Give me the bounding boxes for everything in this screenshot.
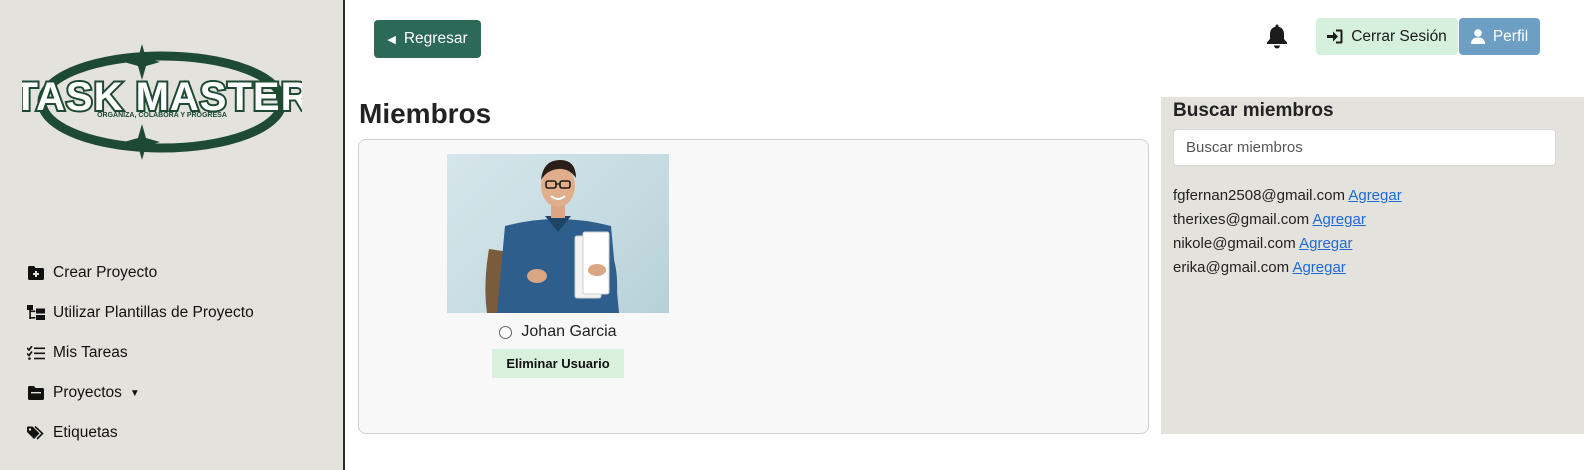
member-photo bbox=[447, 154, 669, 313]
search-result-item: fgfernan2508@gmail.com Agregar bbox=[1173, 184, 1402, 208]
sidebar-item-label: Crear Proyecto bbox=[53, 264, 158, 281]
member-row: Johan Garcia bbox=[447, 323, 669, 341]
user-icon bbox=[1470, 29, 1485, 44]
sidebar-item-crear-proyecto[interactable]: Crear Proyecto bbox=[26, 253, 254, 293]
logout-button-label: Cerrar Sesión bbox=[1351, 27, 1447, 45]
sidebar-item-mis-tareas[interactable]: Mis Tareas bbox=[26, 333, 254, 373]
add-member-link[interactable]: Agregar bbox=[1348, 187, 1401, 204]
page-title: Miembros bbox=[359, 98, 492, 129]
result-email: therixes@gmail.com bbox=[1173, 211, 1310, 228]
sidebar-item-label: Proyectos bbox=[53, 384, 122, 401]
list-check-icon bbox=[26, 344, 46, 362]
sidebar: TASK MASTER ORGANIZA, COLABORA Y PROGRES… bbox=[0, 0, 345, 470]
search-members-input[interactable] bbox=[1173, 129, 1556, 166]
add-member-link[interactable]: Agregar bbox=[1292, 259, 1345, 276]
result-email: nikole@gmail.com bbox=[1173, 235, 1296, 252]
sidebar-item-proyectos[interactable]: Proyectos ▼ bbox=[26, 373, 254, 413]
search-result-item: therixes@gmail.com Agregar bbox=[1173, 208, 1402, 232]
member-name: Johan Garcia bbox=[521, 323, 617, 340]
logo-tagline: ORGANIZA, COLABORA Y PROGRESA bbox=[97, 112, 227, 119]
caret-left-icon: ◀ bbox=[387, 33, 396, 46]
search-result-item: erika@gmail.com Agregar bbox=[1173, 256, 1402, 280]
add-member-link[interactable]: Agregar bbox=[1299, 235, 1352, 252]
folder-icon bbox=[26, 384, 46, 402]
member-select-radio[interactable] bbox=[499, 325, 513, 339]
result-email: erika@gmail.com bbox=[1173, 259, 1290, 276]
sidebar-item-label: Mis Tareas bbox=[53, 344, 128, 361]
sign-in-icon bbox=[1327, 29, 1343, 44]
back-button-label: Regresar bbox=[403, 30, 468, 47]
profile-button-label: Perfil bbox=[1492, 27, 1529, 45]
back-button[interactable]: ◀ Regresar bbox=[374, 20, 481, 58]
logout-button[interactable]: Cerrar Sesión bbox=[1316, 18, 1458, 55]
profile-button[interactable]: Perfil bbox=[1459, 18, 1540, 55]
sidebar-item-label: Utilizar Plantillas de Proyecto bbox=[53, 304, 254, 321]
sitemap-icon bbox=[26, 304, 46, 322]
sidebar-item-etiquetas[interactable]: Etiquetas bbox=[26, 413, 254, 453]
search-result-item: nikole@gmail.com Agregar bbox=[1173, 232, 1402, 256]
result-email: fgfernan2508@gmail.com bbox=[1173, 187, 1345, 204]
task-master-logo[interactable]: TASK MASTER ORGANIZA, COLABORA Y PROGRES… bbox=[12, 40, 311, 162]
sidebar-item-plantillas[interactable]: Utilizar Plantillas de Proyecto bbox=[26, 293, 254, 333]
folder-plus-icon bbox=[26, 264, 46, 282]
bell-icon[interactable] bbox=[1265, 23, 1289, 49]
search-results: fgfernan2508@gmail.com Agregar therixes@… bbox=[1173, 184, 1402, 280]
sidebar-nav: Crear Proyecto Utilizar Plantillas de Pr… bbox=[26, 253, 254, 453]
sidebar-item-label: Etiquetas bbox=[53, 424, 118, 441]
add-member-link[interactable]: Agregar bbox=[1312, 211, 1365, 228]
caret-down-icon[interactable]: ▼ bbox=[130, 388, 140, 399]
member-card: Johan Garcia Eliminar Usuario bbox=[447, 154, 669, 378]
search-members-panel: Buscar miembros fgfernan2508@gmail.com A… bbox=[1161, 97, 1584, 434]
tags-icon bbox=[26, 424, 46, 442]
search-title: Buscar miembros bbox=[1173, 100, 1334, 121]
delete-user-button[interactable]: Eliminar Usuario bbox=[492, 349, 624, 378]
members-card: Johan Garcia Eliminar Usuario bbox=[358, 139, 1149, 434]
